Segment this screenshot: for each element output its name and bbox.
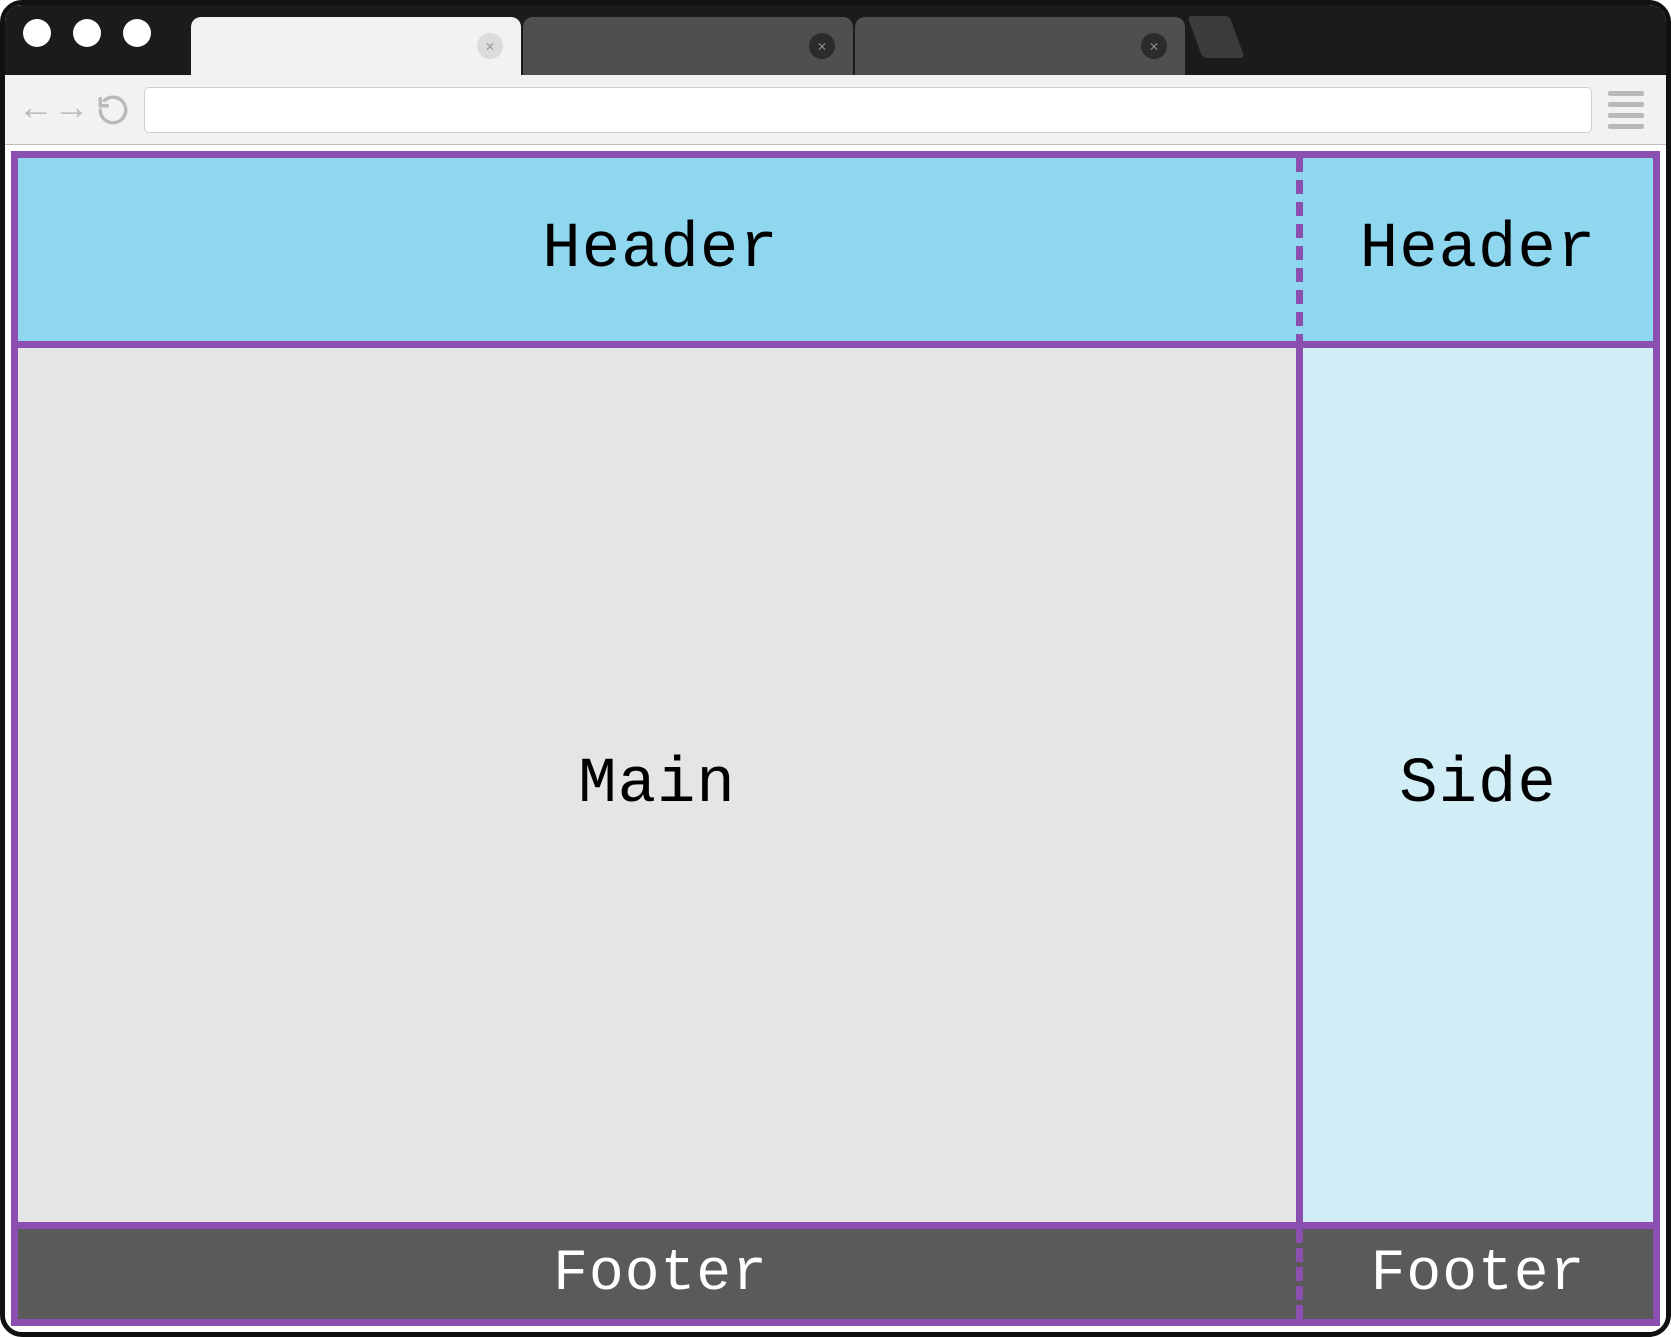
window-minimize-icon[interactable]	[73, 19, 101, 47]
browser-tab[interactable]	[523, 17, 853, 75]
dashed-grid-line-icon	[1296, 1229, 1303, 1319]
region-footer: Footer	[18, 1229, 1303, 1319]
layout-grid: Header Header Main Side Footer Footer	[11, 151, 1660, 1326]
browser-tab[interactable]	[191, 17, 521, 75]
window-close-icon[interactable]	[23, 19, 51, 47]
titlebar	[5, 5, 1666, 75]
reload-icon[interactable]	[96, 93, 130, 127]
toolbar: ← →	[5, 75, 1666, 145]
close-icon[interactable]	[809, 33, 835, 59]
forward-icon[interactable]: →	[61, 92, 83, 128]
region-header: Header	[1303, 158, 1653, 348]
region-side: Side	[1303, 348, 1653, 1229]
window-controls	[23, 19, 151, 47]
region-header: Header	[18, 158, 1303, 348]
region-footer: Footer	[1303, 1229, 1653, 1319]
close-icon[interactable]	[1141, 33, 1167, 59]
browser-tab[interactable]	[855, 17, 1185, 75]
menu-icon[interactable]	[1606, 87, 1646, 133]
close-icon[interactable]	[477, 33, 503, 59]
url-input[interactable]	[144, 87, 1592, 133]
tab-strip	[191, 5, 1237, 75]
dashed-grid-line-icon	[1296, 158, 1303, 348]
new-tab-button[interactable]	[1187, 16, 1244, 58]
browser-window: ← → Header Header Main Side Footer Foote…	[0, 0, 1671, 1337]
window-maximize-icon[interactable]	[123, 19, 151, 47]
viewport: Header Header Main Side Footer Footer	[5, 145, 1666, 1332]
region-main: Main	[18, 348, 1303, 1229]
back-icon[interactable]: ←	[25, 92, 47, 128]
